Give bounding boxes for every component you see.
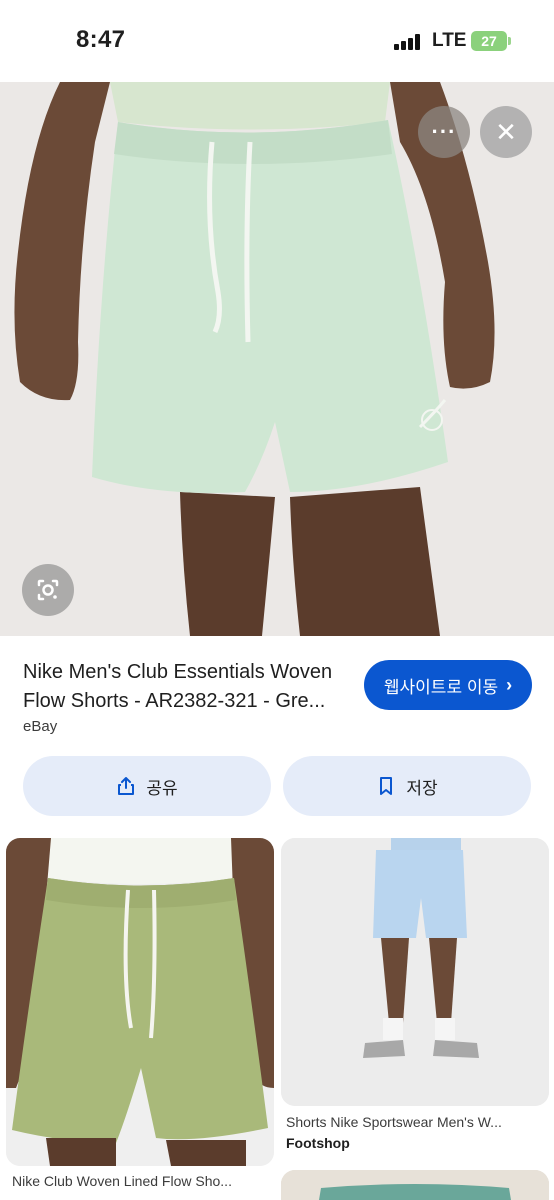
result-card[interactable]: Shorts Nike Sportswear Men's W... Footsh… — [281, 838, 549, 1158]
result-card[interactable]: Nike Club Woven Lined Flow Sho... — [6, 838, 274, 1200]
shorts-photo-partial — [281, 1170, 549, 1200]
result-image — [281, 838, 549, 1106]
battery-icon: 27 — [471, 31, 507, 51]
share-button[interactable]: 공유 — [23, 756, 271, 816]
save-button[interactable]: 저장 — [283, 756, 531, 816]
more-options-button[interactable]: ··· — [418, 106, 470, 158]
result-image — [281, 1170, 549, 1200]
close-button[interactable]: ✕ — [480, 106, 532, 158]
product-title-line2: Flow Shorts - AR2382-321 - Gre... — [23, 690, 326, 712]
blue-shorts-photo — [281, 838, 549, 1106]
product-title-line1: Nike Men's Club Essentials Woven — [23, 661, 333, 683]
product-source: eBay — [23, 718, 58, 735]
save-label: 저장 — [406, 778, 438, 798]
visit-website-button[interactable]: 웹사이트로 이동 › — [364, 660, 532, 710]
hero-image[interactable]: ··· ✕ — [0, 82, 554, 636]
result-caption: Nike Club Woven Lined Flow Sho... — [12, 1173, 232, 1189]
share-label: 공유 — [146, 778, 178, 798]
chevron-right-icon: › — [506, 674, 513, 695]
battery-tip — [508, 37, 511, 45]
bookmark-icon — [380, 777, 393, 795]
battery-level: 27 — [481, 33, 497, 49]
share-icon — [118, 777, 135, 795]
lens-icon — [37, 579, 59, 601]
visit-website-label: 웹사이트로 이동 — [383, 677, 499, 697]
signal-icon — [394, 34, 422, 50]
result-source: Footshop — [286, 1135, 350, 1151]
network-label: LTE — [432, 30, 467, 51]
result-card[interactable] — [281, 1170, 549, 1200]
product-title[interactable]: Nike Men's Club Essentials Woven Flow Sh… — [23, 658, 358, 716]
status-bar: 8:47 LTE 27 — [0, 0, 554, 82]
result-caption: Shorts Nike Sportswear Men's W... — [286, 1114, 502, 1130]
close-icon: ✕ — [495, 116, 517, 147]
olive-shorts-photo — [6, 838, 274, 1166]
lens-button[interactable] — [22, 564, 74, 616]
result-image — [6, 838, 274, 1166]
shorts-photo — [0, 82, 554, 636]
status-time: 8:47 — [76, 26, 126, 53]
